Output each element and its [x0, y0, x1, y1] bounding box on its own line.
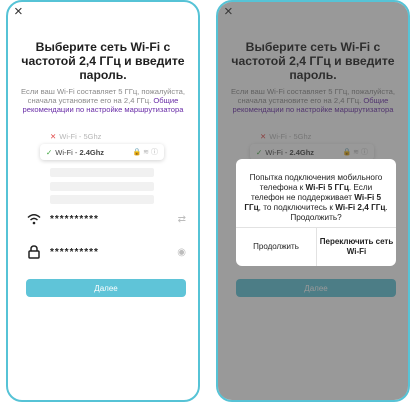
- eye-icon[interactable]: ◉: [177, 247, 186, 258]
- continue-button[interactable]: Продолжить: [236, 228, 316, 266]
- switch-network-icon[interactable]: ⇄: [178, 214, 186, 225]
- network-prefix: Wi-Fi -: [55, 147, 80, 157]
- placeholder-row: [50, 182, 154, 191]
- password-field[interactable]: ********** ◉: [26, 244, 186, 260]
- wifi-warning-dialog: Попытка подключения мобильного телефона …: [236, 159, 396, 266]
- placeholder-row: [50, 195, 154, 204]
- password-value: **********: [50, 246, 99, 258]
- switch-network-button[interactable]: Переключить сеть Wi-Fi: [317, 228, 396, 266]
- network-24ghz-row: ✓ Wi-Fi - 2.4Ghz 🔒 ≋ ⓘ: [40, 144, 164, 160]
- dialog-text-bold: Wi-Fi 5 ГГц: [305, 183, 349, 192]
- phone-screen-left: × Выберите сеть Wi-Fi с частотой 2,4 ГГц…: [6, 0, 200, 402]
- cross-icon: ✕: [50, 132, 57, 141]
- network-status-icons: 🔒 ≋ ⓘ: [132, 149, 158, 156]
- dialog-text-bold: Wi-Fi 2,4 ГГц: [335, 203, 386, 212]
- network-5ghz-row: ✕ Wi-Fi - 5Ghz: [50, 132, 101, 141]
- dialog-message: Попытка подключения мобильного телефона …: [244, 173, 388, 223]
- network-illustration: ✕ Wi-Fi - 5Ghz ✓ Wi-Fi - 2.4Ghz 🔒 ≋ ⓘ: [36, 128, 168, 206]
- network-24ghz-label: Wi-Fi - 2.4Ghz: [55, 148, 104, 157]
- lock-icon: [26, 244, 42, 260]
- page-title: Выберите сеть Wi-Fi с частотой 2,4 ГГц и…: [21, 40, 185, 82]
- page-subtitle: Если ваш Wi-Fi составляет 5 ГГц, пожалуй…: [16, 87, 190, 114]
- placeholder-row: [50, 168, 154, 177]
- wifi-icon: [26, 211, 42, 227]
- check-icon: ✓: [46, 147, 53, 157]
- wifi-name-value: **********: [50, 213, 99, 225]
- network-band: 2.4Ghz: [79, 147, 105, 157]
- network-5ghz-label: Wi-Fi - 5Ghz: [59, 132, 102, 141]
- close-icon[interactable]: ×: [14, 4, 23, 19]
- next-button[interactable]: Далее: [26, 279, 186, 297]
- phone-screen-right: × Выберите сеть Wi-Fi с частотой 2,4 ГГц…: [216, 0, 410, 402]
- dialog-text: , то подключитесь к: [258, 203, 336, 212]
- wifi-name-field[interactable]: ********** ⇄: [26, 211, 186, 227]
